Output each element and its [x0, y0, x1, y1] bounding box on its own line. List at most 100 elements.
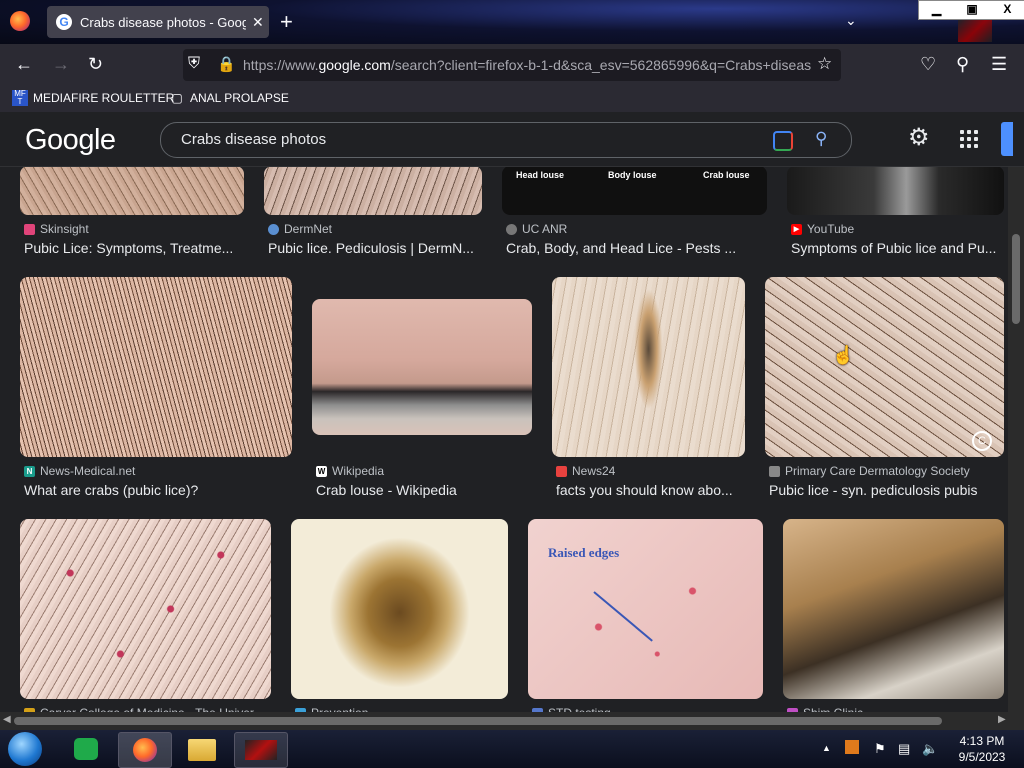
account-avatar[interactable]	[1001, 122, 1013, 156]
mouse-cursor-hand-icon: ☝	[832, 345, 855, 365]
menu-hamburger-icon[interactable]: ☰	[991, 54, 1007, 74]
tab-close-icon[interactable]: ✕	[252, 14, 264, 31]
google-images-page: Google Crabs disease photos ⚲ ⚙ Head lou…	[0, 112, 1024, 730]
result-image[interactable]	[20, 166, 244, 215]
result-title[interactable]: Crab, Body, and Head Lice - Pests ...	[506, 240, 766, 256]
google-header: Google Crabs disease photos ⚲ ⚙	[0, 112, 1024, 167]
result-image[interactable]	[312, 299, 532, 435]
bookmark-mediafire[interactable]: MF T MEDIAFIRE ROULETTER	[12, 90, 174, 106]
result-source[interactable]: N News-Medical.net	[24, 464, 135, 478]
page-icon: ▢	[171, 91, 183, 105]
notes-app-icon[interactable]	[62, 732, 110, 766]
firefox-icon[interactable]	[10, 11, 30, 31]
lock-icon[interactable]: 🔒	[217, 55, 236, 73]
system-clock[interactable]: 4:13 PM 9/5/2023	[952, 733, 1012, 765]
image-label: Crab louse	[703, 170, 750, 180]
result-source[interactable]: Primary Care Dermatology Society	[769, 464, 970, 478]
result-image[interactable]	[264, 166, 482, 215]
scroll-left-icon[interactable]: ◀	[3, 714, 11, 725]
taskbar: ▲ ⚑ ▤ 🔈 4:13 PM 9/5/2023	[0, 730, 1024, 768]
show-hidden-icons-icon[interactable]: ▲	[822, 743, 831, 753]
search-box[interactable]: Crabs disease photos ⚲	[160, 122, 852, 158]
result-image[interactable]: Head louse Body louse Crab louse	[502, 166, 767, 215]
result-image[interactable]	[783, 519, 1004, 699]
result-source[interactable]: ▶ YouTube	[791, 222, 854, 236]
mediafire-icon: MF T	[12, 90, 28, 106]
list-all-tabs-chevron-icon[interactable]: ⌄	[845, 12, 857, 29]
reload-icon[interactable]: ↻	[88, 54, 103, 74]
search-input[interactable]: Crabs disease photos	[181, 131, 326, 148]
result-image[interactable]	[20, 519, 271, 699]
bookmarks-toolbar: MF T MEDIAFIRE ROULETTER ▢ ANAL PROLAPSE	[0, 86, 1024, 112]
result-source[interactable]: DermNet	[268, 222, 332, 236]
result-title[interactable]: What are crabs (pubic lice)?	[24, 482, 289, 498]
window-controls: ▁ ▣ X	[918, 0, 1024, 20]
close-window-button[interactable]: X	[989, 1, 1024, 19]
firefox-icon	[133, 738, 157, 762]
extensions-icon[interactable]: ⚲	[956, 54, 969, 74]
result-title[interactable]: Pubic lice - syn. pediculosis pubis	[769, 482, 1004, 498]
result-source[interactable]: W Wikipedia	[316, 464, 384, 478]
media-app-button[interactable]	[234, 732, 288, 768]
scroll-right-icon[interactable]: ▶	[998, 714, 1006, 725]
settings-gear-icon[interactable]: ⚙	[908, 126, 930, 150]
source-favicon-icon	[24, 223, 35, 235]
result-source[interactable]: Skinsight	[24, 222, 89, 236]
new-tab-button[interactable]: +	[280, 11, 293, 33]
window-thumbnail-art	[958, 20, 992, 42]
vertical-scroll-thumb[interactable]	[1012, 234, 1020, 324]
notes-icon	[74, 738, 98, 760]
pocket-icon[interactable]: ♡	[920, 54, 936, 74]
bookmark-page[interactable]: ▢ ANAL PROLAPSE	[169, 90, 289, 106]
horizontal-scrollbar[interactable]: ◀ ▶	[0, 712, 1024, 730]
file-explorer-button[interactable]	[176, 732, 228, 766]
youtube-icon: ▶	[791, 223, 802, 235]
clock-time: 4:13 PM	[959, 734, 1005, 748]
copyright-icon: C	[972, 431, 992, 451]
action-center-flag-icon[interactable]: ⚑	[874, 741, 886, 757]
minimize-button[interactable]: ▁	[919, 1, 954, 19]
google-logo[interactable]: Google	[25, 124, 116, 157]
result-source[interactable]: News24	[556, 464, 615, 478]
tab-bar: G Crabs disease photos - Google Se ✕ + ⌄…	[0, 0, 1024, 44]
result-image[interactable]: C	[765, 277, 1004, 457]
image-annotation: Raised edges	[548, 545, 620, 560]
maximize-button[interactable]: ▣	[954, 1, 989, 19]
tab-active[interactable]: G Crabs disease photos - Google Se ✕	[47, 6, 269, 38]
result-title[interactable]: Pubic lice. Pediculosis | DermN...	[268, 240, 480, 256]
address-bar[interactable]: ⛨ 🔒 https://www.google.com/search?client…	[183, 49, 841, 81]
image-label: Body louse	[608, 170, 657, 180]
result-title[interactable]: Crab louse - Wikipedia	[316, 482, 531, 498]
tray-app-icon[interactable]	[845, 740, 859, 754]
bookmark-label: MEDIAFIRE ROULETTER	[33, 91, 175, 105]
result-image[interactable]	[291, 519, 508, 699]
url-text[interactable]: https://www.google.com/search?client=fir…	[243, 57, 811, 73]
result-image[interactable]	[787, 166, 1004, 215]
result-image[interactable]	[20, 277, 292, 457]
search-icon[interactable]: ⚲	[815, 129, 827, 149]
google-favicon-icon: G	[56, 14, 72, 30]
vertical-scrollbar[interactable]	[1008, 166, 1024, 730]
shield-icon[interactable]: ⛨	[188, 55, 200, 73]
result-image[interactable]: Raised edges	[528, 519, 763, 699]
bookmark-label: ANAL PROLAPSE	[190, 91, 289, 105]
result-title[interactable]: facts you should know abo...	[556, 482, 744, 498]
media-app-icon	[245, 740, 277, 760]
horizontal-scroll-thumb[interactable]	[14, 717, 942, 725]
result-title[interactable]: Symptoms of Pubic lice and Pu...	[791, 240, 1003, 256]
volume-icon[interactable]: 🔈	[922, 741, 938, 757]
result-title[interactable]: Pubic Lice: Symptoms, Treatme...	[24, 240, 239, 256]
start-button[interactable]	[8, 732, 42, 766]
bookmark-star-icon[interactable]: ☆	[817, 54, 832, 74]
source-favicon-icon	[268, 223, 279, 235]
google-lens-icon[interactable]	[773, 131, 793, 151]
firefox-taskbar-button[interactable]	[118, 732, 172, 768]
forward-arrow-icon[interactable]: →	[52, 54, 70, 74]
result-image[interactable]	[552, 277, 745, 457]
network-icon[interactable]: ▤	[898, 741, 910, 757]
apps-grid-icon[interactable]	[960, 130, 978, 148]
result-source[interactable]: UC ANR	[506, 222, 567, 236]
globe-icon	[506, 223, 517, 235]
back-arrow-icon[interactable]: ←	[15, 54, 33, 74]
clock-date: 9/5/2023	[958, 750, 1006, 764]
